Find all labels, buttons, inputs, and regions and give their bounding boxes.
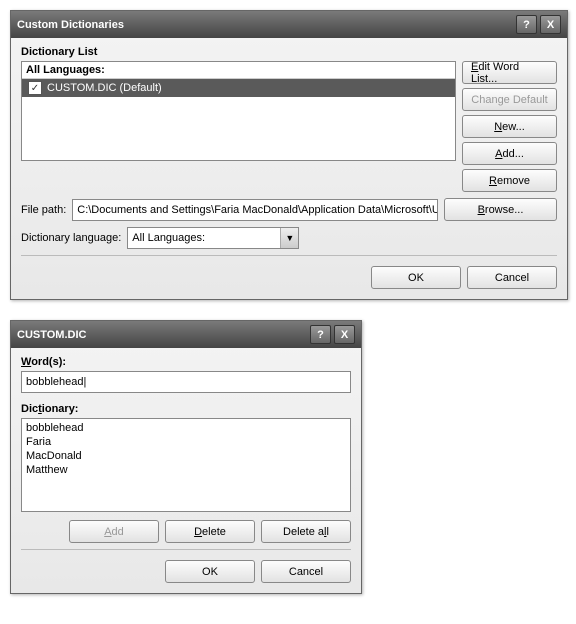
divider xyxy=(21,549,351,550)
delete-button[interactable]: Delete xyxy=(165,520,255,543)
close-icon[interactable]: X xyxy=(540,15,561,34)
ok-button[interactable]: OK xyxy=(165,560,255,583)
titlebar[interactable]: CUSTOM.DIC ? X xyxy=(11,321,361,348)
titlebar[interactable]: Custom Dictionaries ? X xyxy=(11,11,567,38)
list-item-label: CUSTOM.DIC (Default) xyxy=(47,82,162,94)
cancel-button[interactable]: Cancel xyxy=(467,266,557,289)
dictionary-language-combo[interactable]: All Languages: ▼ xyxy=(127,227,299,249)
checkbox-icon[interactable]: ✓ xyxy=(28,81,42,95)
file-path-label: File path: xyxy=(21,204,66,216)
dialog-title: Custom Dictionaries xyxy=(17,19,516,31)
custom-dic-dialog: CUSTOM.DIC ? X Word(s): bobblehead| Dict… xyxy=(10,320,362,594)
delete-all-button[interactable]: Delete all xyxy=(261,520,351,543)
custom-dictionaries-dialog: Custom Dictionaries ? X Dictionary List … xyxy=(10,10,568,300)
add-button[interactable]: Add... xyxy=(462,142,557,165)
cancel-button[interactable]: Cancel xyxy=(261,560,351,583)
close-icon[interactable]: X xyxy=(334,325,355,344)
list-header: All Languages: xyxy=(22,62,455,79)
file-path-field[interactable]: C:\Documents and Settings\Faria MacDonal… xyxy=(72,199,438,221)
dictionary-entries-list[interactable]: bobblehead Faria MacDonald Matthew xyxy=(21,418,351,512)
help-icon[interactable]: ? xyxy=(310,325,331,344)
new-button[interactable]: New... xyxy=(462,115,557,138)
list-item[interactable]: MacDonald xyxy=(26,449,346,463)
list-item[interactable]: Faria xyxy=(26,435,346,449)
dictionary-list[interactable]: All Languages: ✓ CUSTOM.DIC (Default) xyxy=(21,61,456,161)
divider xyxy=(21,255,557,256)
dialog-title: CUSTOM.DIC xyxy=(17,329,310,341)
edit-word-list-button[interactable]: Edit Word List... xyxy=(462,61,557,84)
browse-button[interactable]: Browse... xyxy=(444,198,557,221)
combo-value: All Languages: xyxy=(128,232,280,244)
remove-button[interactable]: Remove xyxy=(462,169,557,192)
word-input[interactable]: bobblehead| xyxy=(21,371,351,393)
ok-button[interactable]: OK xyxy=(371,266,461,289)
add-word-button: Add xyxy=(69,520,159,543)
text-caret: | xyxy=(84,376,87,388)
words-label: Word(s): xyxy=(21,356,351,368)
list-item[interactable]: Matthew xyxy=(26,463,346,477)
list-item[interactable]: bobblehead xyxy=(26,421,346,435)
dictionary-list-label: Dictionary List xyxy=(21,46,557,58)
dictionary-language-label: Dictionary language: xyxy=(21,232,121,244)
change-default-button: Change Default xyxy=(462,88,557,111)
dictionary-label: Dictionary: xyxy=(21,403,351,415)
help-icon[interactable]: ? xyxy=(516,15,537,34)
list-item[interactable]: ✓ CUSTOM.DIC (Default) xyxy=(22,79,455,97)
chevron-down-icon[interactable]: ▼ xyxy=(280,228,298,248)
